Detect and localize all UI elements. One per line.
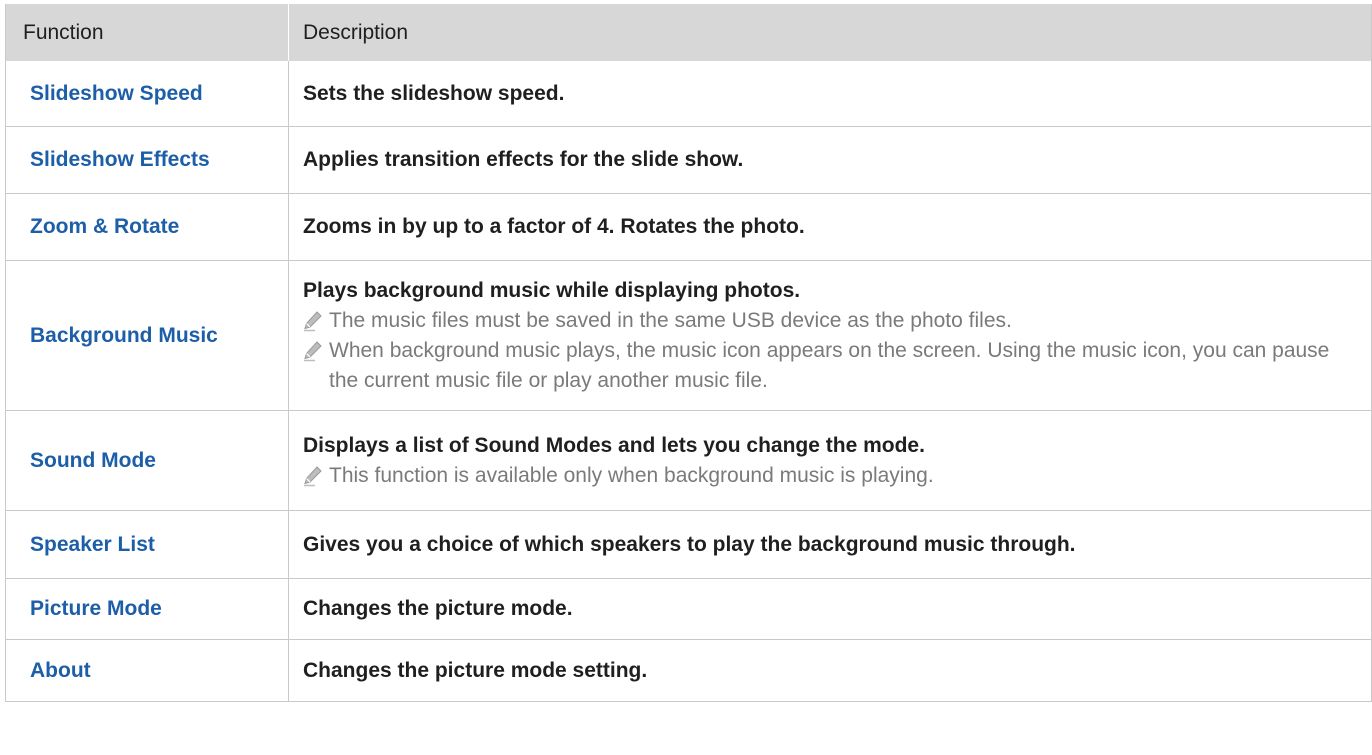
description-text: Zooms in by up to a factor of 4. Rotates… [303, 215, 805, 238]
function-name: Speaker List [30, 532, 155, 556]
table-row: Background Music Plays background music … [6, 261, 1371, 411]
function-cell: Sound Mode [6, 411, 289, 510]
description-text: Displays a list of Sound Modes and lets … [303, 433, 925, 457]
function-cell: Background Music [6, 261, 289, 410]
description-cell: Changes the picture mode. [289, 579, 1371, 639]
note: The music files must be saved in the sam… [303, 306, 1357, 336]
description-cell: Zooms in by up to a factor of 4. Rotates… [289, 194, 1371, 260]
description-cell: Sets the slideshow speed. [289, 61, 1371, 126]
function-name: About [30, 658, 91, 682]
function-table: Function Description Slideshow Speed Set… [5, 4, 1372, 702]
description-cell: Displays a list of Sound Modes and lets … [289, 411, 1371, 510]
note-text: The music files must be saved in the sam… [329, 308, 1012, 332]
function-cell: Slideshow Speed [6, 61, 289, 126]
description-text: Gives you a choice of which speakers to … [303, 532, 1076, 556]
note: When background music plays, the music i… [303, 336, 1357, 396]
description-cell: Changes the picture mode setting. [289, 640, 1371, 701]
description-text: Changes the picture mode setting. [303, 658, 648, 682]
note-text: This function is available only when bac… [329, 463, 934, 487]
function-cell: Picture Mode [6, 579, 289, 639]
description-text: Sets the slideshow speed. [303, 81, 565, 105]
function-cell: Slideshow Effects [6, 127, 289, 193]
description-cell: Plays background music while displaying … [289, 261, 1371, 410]
table-row: About Changes the picture mode setting. [6, 640, 1371, 702]
function-cell: Speaker List [6, 511, 289, 578]
table-row: Slideshow Speed Sets the slideshow speed… [6, 61, 1371, 127]
header-description: Description [289, 4, 1371, 61]
function-name: Sound Mode [30, 448, 156, 472]
description-text: Plays background music while displaying … [303, 278, 801, 302]
table-row: Zoom & Rotate Zooms in by up to a factor… [6, 194, 1371, 261]
description-text: Applies transition effects for the slide… [303, 148, 744, 171]
function-cell: About [6, 640, 289, 701]
function-name: Picture Mode [30, 597, 162, 620]
pencil-icon [303, 306, 329, 336]
pencil-icon [303, 336, 329, 366]
header-description-label: Description [303, 20, 409, 44]
function-name: Zoom & Rotate [30, 215, 180, 238]
table-row: Sound Mode Displays a list of Sound Mode… [6, 411, 1371, 511]
table-row: Slideshow Effects Applies transition eff… [6, 127, 1371, 194]
function-name: Slideshow Effects [30, 148, 210, 171]
note-text: When background music plays, the music i… [329, 338, 1330, 392]
pencil-icon [303, 461, 329, 491]
function-cell: Zoom & Rotate [6, 194, 289, 260]
table-row: Speaker List Gives you a choice of which… [6, 511, 1371, 579]
table-row: Picture Mode Changes the picture mode. [6, 579, 1371, 640]
function-name: Background Music [30, 323, 218, 347]
table-header: Function Description [6, 4, 1371, 61]
description-cell: Applies transition effects for the slide… [289, 127, 1371, 193]
function-name: Slideshow Speed [30, 81, 203, 105]
description-text: Changes the picture mode. [303, 597, 573, 620]
note: This function is available only when bac… [303, 461, 1357, 491]
description-cell: Gives you a choice of which speakers to … [289, 511, 1371, 578]
header-function: Function [6, 4, 289, 61]
